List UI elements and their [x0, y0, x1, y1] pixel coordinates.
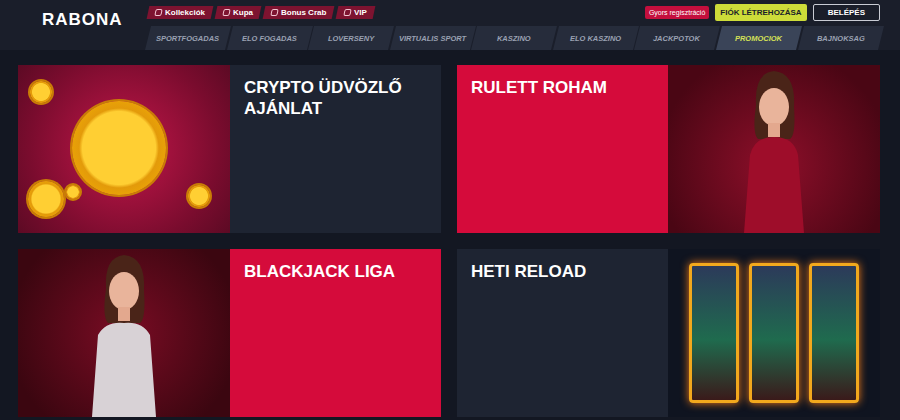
coin-icon — [28, 181, 64, 217]
link-icon — [154, 9, 162, 16]
top-link[interactable]: Kollekciók — [147, 6, 214, 19]
nav-tab[interactable]: ELO FOGADAS — [227, 26, 313, 50]
header-right: KollekciókKupaBonus CrabVIP Gyors regiszt… — [148, 0, 900, 50]
nav-tab[interactable]: ELO KASZINO — [553, 26, 639, 50]
slot-symbol-icon — [809, 263, 859, 403]
top-links: KollekciókKupaBonus CrabVIP — [148, 6, 374, 19]
slot-symbols — [689, 263, 859, 403]
nav-tab[interactable]: PROMOCIOK — [716, 26, 802, 50]
promo-title: BLACKJACK LIGA — [244, 261, 427, 282]
promo-image — [18, 65, 230, 233]
promo-panel: RULETT ROHAM — [457, 65, 668, 233]
quick-registration-badge[interactable]: Gyors regisztráció — [645, 6, 709, 19]
promo-title: HETI RELOAD — [471, 261, 654, 282]
logo[interactable]: RABONA — [0, 0, 148, 50]
top-row: KollekciókKupaBonus CrabVIP Gyors regiszt… — [148, 0, 880, 24]
link-icon — [222, 9, 230, 16]
promo-card[interactable]: RULETT ROHAM — [457, 65, 880, 233]
top-link[interactable]: VIP — [336, 6, 376, 19]
link-icon — [344, 9, 352, 16]
main-nav: SPORTFOGADASELO FOGADASLOVERSENYVIRTUALI… — [148, 24, 880, 50]
coin-icon — [72, 101, 166, 195]
slot-symbol-icon — [689, 263, 739, 403]
promo-image — [668, 249, 880, 417]
login-button[interactable]: BELÉPÉS — [813, 4, 880, 21]
promo-card[interactable]: HETI RELOAD — [457, 249, 880, 417]
nav-tab[interactable]: JACKPOTOK — [634, 26, 720, 50]
promo-title: CRYPTO ÜDVÖZLŐ AJÁNLAT — [244, 77, 427, 120]
promo-grid: CRYPTO ÜDVÖZLŐ AJÁNLAT RULETT ROHAM BLACKJ… — [0, 50, 900, 417]
promo-image — [668, 65, 880, 233]
nav-tab[interactable]: SPORTFOGADAS — [145, 26, 231, 50]
nav-tab[interactable]: VIRTUALIS SPORT — [390, 26, 476, 50]
promo-card[interactable]: BLACKJACK LIGA — [18, 249, 441, 417]
top-link[interactable]: Bonus Crab — [263, 6, 335, 19]
link-icon — [270, 9, 278, 16]
nav-tab[interactable]: LOVERSENY — [308, 26, 394, 50]
header-actions: Gyors regisztráció FIÓK LÉTREHOZÁSA BELÉPÉ… — [645, 4, 880, 21]
promo-card[interactable]: CRYPTO ÜDVÖZLŐ AJÁNLAT — [18, 65, 441, 233]
dealer-icon — [714, 65, 834, 233]
promo-image — [18, 249, 230, 417]
promo-panel: CRYPTO ÜDVÖZLŐ AJÁNLAT — [230, 65, 441, 233]
nav-tab[interactable]: BAJNOKSAG — [798, 26, 884, 50]
promo-title: RULETT ROHAM — [471, 77, 654, 98]
header: RABONAKollekciókKupaBonus CrabVIP Gyors r… — [0, 0, 900, 50]
signup-button[interactable]: FIÓK LÉTREHOZÁSA — [715, 4, 806, 21]
coin-icon — [188, 185, 210, 207]
slot-symbol-icon — [749, 263, 799, 403]
promo-panel: HETI RELOAD — [457, 249, 668, 417]
top-link[interactable]: Kupa — [215, 6, 262, 19]
coin-icon — [66, 185, 80, 199]
page: RABONAKollekciókKupaBonus CrabVIP Gyors r… — [0, 0, 900, 420]
nav-tab[interactable]: KASZINO — [471, 26, 557, 50]
dealer-icon — [64, 249, 184, 417]
promo-panel: BLACKJACK LIGA — [230, 249, 441, 417]
coin-icon — [30, 81, 52, 103]
